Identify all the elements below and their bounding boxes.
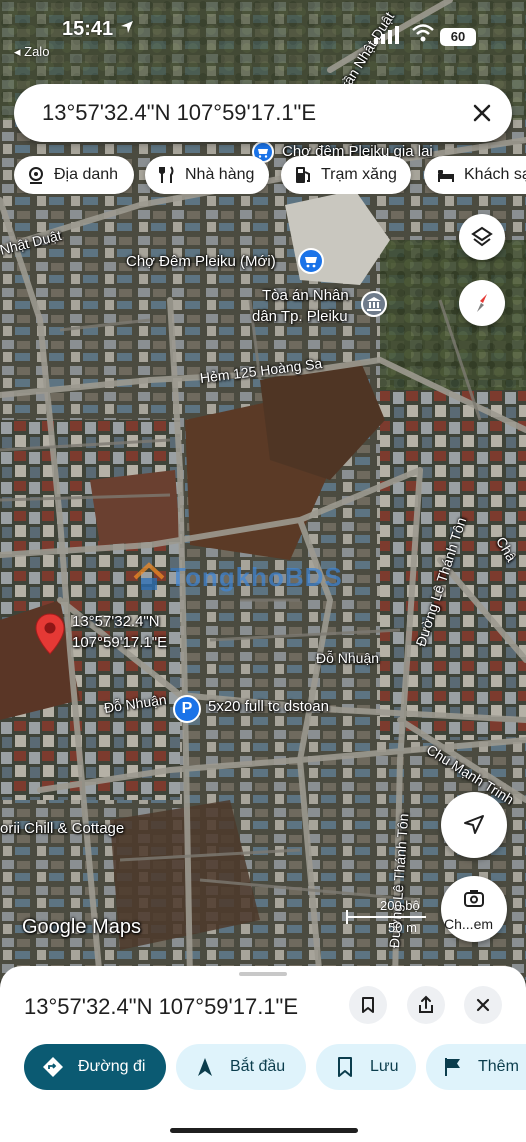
more-label: Thêm [478, 1058, 519, 1075]
chip-hotels[interactable]: Khách sạn [424, 156, 526, 194]
camera-search-label: Ch...em [444, 916, 494, 932]
save-label: Lưu [370, 1058, 399, 1075]
start-button[interactable]: Bắt đầu [176, 1044, 306, 1090]
battery-indicator: 60 [440, 28, 476, 46]
search-bar[interactable]: 13°57'32.4"N 107°59'17.1"E [14, 84, 512, 142]
poi-cottage-label[interactable]: orii Chill & Cottage [0, 820, 124, 837]
navigation-icon [198, 1058, 212, 1076]
directions-icon [43, 1057, 63, 1077]
poi-parking-label[interactable]: 5x20 full tc dstoan [208, 698, 329, 715]
place-title: 13°57'32.4"N 107°59'17.1"E [24, 994, 299, 1019]
home-indicator [170, 1128, 358, 1133]
wifi-icon [412, 24, 434, 42]
start-label: Bắt đầu [230, 1058, 286, 1075]
pin-coord-line-2: 107°59'17.1"E [72, 634, 168, 651]
chip-restaurants[interactable]: Nhà hàng [145, 156, 269, 194]
poi-market-new-label[interactable]: Chợ Đêm Pleiku (Mới) [126, 253, 276, 270]
compass-button[interactable] [459, 280, 505, 326]
navigation-arrow-icon [464, 815, 484, 834]
poi-court-label-1[interactable]: Tòa án Nhân [262, 287, 349, 304]
bed-icon [438, 170, 454, 182]
camera-search-button[interactable]: Ch...em [441, 876, 507, 942]
layers-icon [471, 226, 493, 247]
directions-label: Đường đi [78, 1058, 146, 1075]
landmark-icon [29, 167, 43, 184]
google-maps-logo: Google Maps [22, 916, 141, 938]
flag-icon [445, 1058, 460, 1076]
chip-landmarks[interactable]: Địa danh [14, 156, 134, 194]
search-query[interactable]: 13°57'32.4"N 107°59'17.1"E [42, 100, 316, 126]
market-new-icon[interactable] [298, 248, 324, 274]
more-button[interactable]: Thêm [426, 1044, 526, 1090]
close-icon [476, 998, 490, 1012]
sheet-grab-handle[interactable] [239, 972, 287, 976]
my-location-button[interactable] [441, 792, 507, 858]
pin-coord-line-1: 13°57'32.4"N [72, 613, 160, 630]
street-label-do-nhuan-right: Đỗ Nhuận [316, 650, 380, 666]
status-time: 15:41 [62, 18, 114, 40]
back-to-app-link[interactable]: ◂ Zalo [14, 44, 49, 60]
status-bar: 15:41 ◂ Zalo 60 [0, 0, 526, 60]
chip-label: Nhà hàng [185, 166, 255, 183]
map-scale: 200 bộ 50 m [346, 898, 436, 938]
camera-icon [464, 890, 484, 907]
category-chips: Địa danh Nhà hàng Trạm xăng Khách sạn [14, 156, 526, 194]
bottom-sheet[interactable]: 13°57'32.4"N 107°59'17.1"E Đường đi Bắt … [0, 966, 526, 1142]
location-arrow-icon [121, 21, 133, 33]
chip-gas-stations[interactable]: Trạm xăng [281, 156, 411, 194]
chip-label: Trạm xăng [321, 166, 397, 183]
poi-court-label-2[interactable]: dân Tp. Pleiku [252, 308, 348, 325]
parking-icon[interactable]: P [173, 695, 201, 723]
chip-label: Khách sạn [464, 166, 526, 183]
scale-feet-label: 200 bộ [380, 898, 420, 913]
gas-pump-icon [296, 167, 310, 183]
signal-icon [374, 26, 399, 44]
save-icon-button[interactable] [349, 986, 387, 1024]
bookmark-icon [338, 1057, 352, 1077]
watermark-text: TongkhoBDS [170, 562, 343, 592]
compass-icon [477, 294, 487, 312]
location-pin-icon[interactable] [34, 612, 66, 656]
save-button[interactable]: Lưu [316, 1044, 416, 1090]
chip-label: Địa danh [54, 166, 119, 183]
directions-button[interactable]: Đường đi [24, 1044, 166, 1090]
courthouse-icon[interactable] [361, 291, 387, 317]
fork-knife-icon [159, 166, 174, 183]
share-button[interactable] [407, 986, 445, 1024]
close-icon[interactable] [470, 101, 494, 125]
layers-button[interactable] [459, 214, 505, 260]
close-sheet-button[interactable] [464, 986, 502, 1024]
bookmark-icon [362, 997, 374, 1013]
share-icon [419, 995, 433, 1013]
scale-meters-label: 50 m [388, 920, 417, 935]
tongkhobds-watermark: TongkhoBDS [132, 558, 402, 598]
